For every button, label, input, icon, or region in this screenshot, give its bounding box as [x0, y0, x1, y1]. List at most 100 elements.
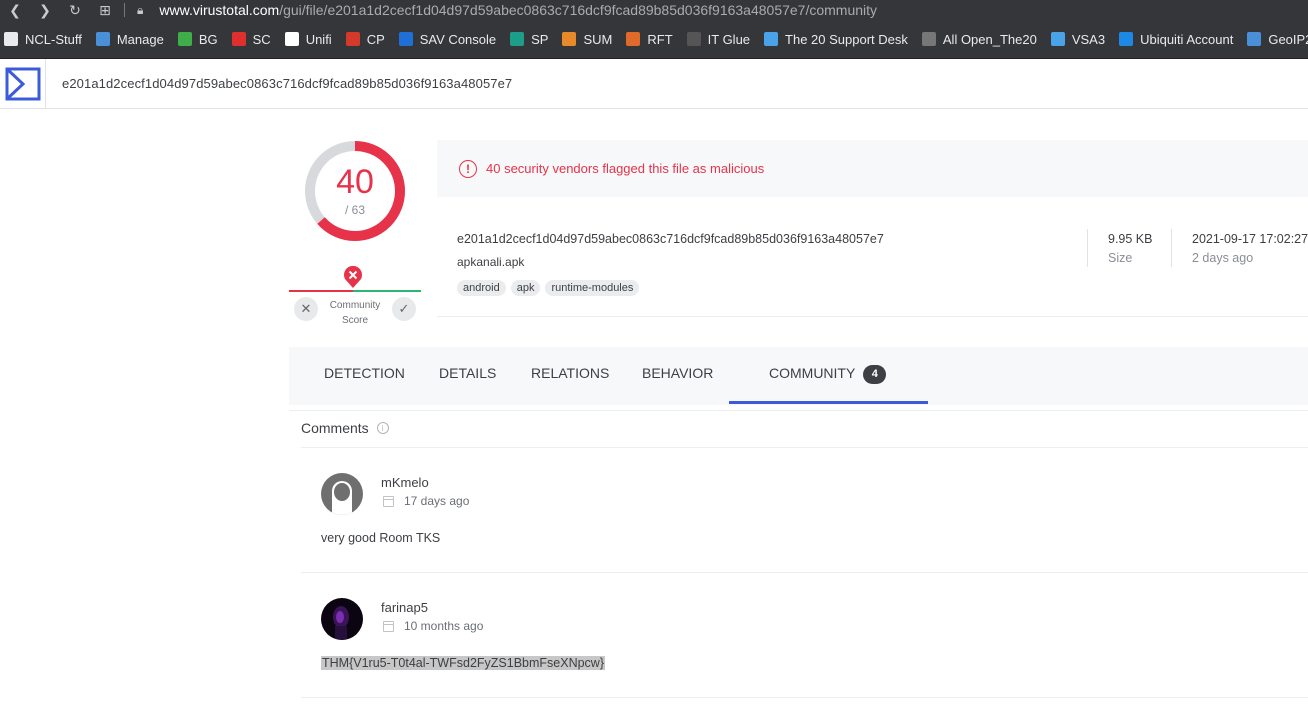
bookmark-item[interactable]: SAV Console: [398, 32, 496, 47]
community-score: ✕ Community Score ✓: [289, 263, 421, 328]
bookmark-label: Manage: [116, 31, 164, 47]
manage-icon: [95, 32, 110, 46]
comment-date: 17 days ago: [383, 494, 469, 508]
cp-icon: [345, 32, 360, 46]
bookmarks-bar: NCL-Stuff Manage BG SC Unifi CP SAV Console SP S…: [0, 20, 1308, 59]
file-tags: android apk runtime-modules: [457, 280, 644, 296]
vote-harmless-button[interactable]: ✓: [392, 297, 416, 321]
active-tab-indicator: [729, 401, 928, 404]
ams-icon: [921, 32, 936, 46]
analysis-date-ago: 2 days ago: [1192, 251, 1254, 265]
tab-details[interactable]: DETAILS: [439, 347, 496, 405]
vt-header: e201a1d2cecf1d04d97d59abec0863c716dcf9fc…: [0, 58, 1308, 109]
comment-item: mKmelo 17 days ago very good Room TKS: [301, 448, 1308, 573]
community-score-marker-icon: [344, 265, 362, 288]
community-score-label: Community Score: [329, 300, 381, 326]
bookmark-item[interactable]: IT Glue: [686, 31, 751, 47]
vote-malicious-button[interactable]: ✕: [294, 297, 318, 321]
comment-date: 10 months ago: [383, 619, 483, 633]
bookmark-item[interactable]: GeoIP2 Database D: [1247, 32, 1308, 47]
file-hash: e201a1d2cecf1d04d97d59abec0863c716dcf9fc…: [457, 232, 884, 246]
avatar: [321, 473, 363, 515]
virustotal-logo-icon[interactable]: [0, 58, 46, 109]
bookmark-label: IT Glue: [707, 31, 751, 47]
bookmark-label: Unifi: [305, 31, 332, 47]
bookmark-label: BG: [198, 31, 218, 47]
bookmark-label: SUM: [583, 31, 613, 47]
total-engines: / 63: [344, 203, 365, 217]
bookmark-item[interactable]: SP: [510, 32, 548, 47]
detection-banner: ! 40 security vendors flagged this file …: [437, 140, 1308, 197]
bookmark-label: The 20 Support Desk: [785, 31, 908, 47]
tab-bar: DETECTION DETAILS RELATIONS BEHAVIOR COM…: [289, 347, 1308, 405]
itglue-icon: [686, 32, 701, 46]
bookmark-label: RFT: [647, 31, 673, 47]
detection-banner-text: 40 security vendors flagged this file as…: [486, 161, 765, 176]
detection-score-gauge: 40 / 63: [303, 139, 407, 243]
tab-detection[interactable]: DETECTION: [324, 347, 405, 405]
folder-icon: [4, 32, 18, 46]
avatar: [321, 598, 363, 640]
file-name: apkanali.apk: [457, 255, 525, 269]
sum-icon: [562, 32, 577, 46]
bookmark-item[interactable]: The 20 Support Desk: [764, 32, 908, 47]
bookmark-item[interactable]: CP: [345, 31, 385, 47]
info-icon[interactable]: i: [376, 422, 389, 434]
calendar-icon: [383, 495, 394, 507]
divider: [289, 410, 1308, 411]
file-size-label: Size: [1108, 251, 1133, 265]
detection-count: 40: [336, 163, 374, 201]
bookmark-item[interactable]: Ubiquiti Account: [1119, 32, 1233, 47]
file-info: e201a1d2cecf1d04d97d59abec0863c716dcf9fc…: [437, 197, 1308, 317]
comment-author[interactable]: mKmelo: [381, 475, 429, 490]
comments-title: Comments: [301, 420, 369, 436]
analysis-date: 2021-09-17 17:02:27: [1192, 232, 1308, 246]
bookmark-label: Ubiquiti Account: [1140, 31, 1234, 47]
address-field[interactable]: www.virustotal.com/gui/file/e201a1d2cecf…: [159, 2, 877, 18]
bookmark-item[interactable]: Manage: [95, 31, 164, 47]
geoip-icon: [1247, 32, 1262, 46]
comment-count-badge: 4: [863, 365, 887, 384]
divider: [1171, 229, 1172, 267]
comment-body: very good Room TKS: [321, 531, 441, 545]
back-icon[interactable]: ❮: [0, 2, 30, 19]
comment-body: THM{V1ru5-T0t4al-TWFsd2FyZS1BbmFseXNpcw}: [321, 656, 606, 670]
bookmark-item[interactable]: Unifi: [284, 31, 332, 47]
divider: [1087, 229, 1088, 267]
tab-community-label: COMMUNITY: [769, 365, 856, 381]
bookmark-item[interactable]: SUM: [562, 32, 612, 47]
bookmark-label: CP: [366, 31, 385, 47]
bookmark-item[interactable]: SC: [231, 31, 271, 47]
bookmark-item[interactable]: All Open_The20: [921, 31, 1037, 47]
bg-icon: [177, 32, 192, 46]
bookmark-label: All Open_The20: [942, 31, 1037, 47]
bookmark-label: SC: [252, 31, 271, 47]
sp-icon: [510, 32, 525, 46]
file-tag[interactable]: runtime-modules: [545, 280, 640, 296]
bookmark-label: GeoIP2 Database D: [1268, 31, 1308, 47]
comments-heading: Comments i: [301, 420, 389, 436]
tab-relations[interactable]: RELATIONS: [531, 347, 609, 405]
file-size: 9.95 KB: [1108, 232, 1153, 246]
file-tag[interactable]: apk: [510, 280, 541, 296]
divider: [124, 3, 125, 17]
lock-icon[interactable]: 🔒︎: [137, 3, 143, 18]
community-score-bar-negative: [289, 290, 353, 292]
bookmark-item[interactable]: VSA3: [1050, 31, 1106, 47]
k-icon: [1050, 32, 1065, 46]
bookmark-label: VSA3: [1071, 31, 1106, 47]
tab-behavior[interactable]: BEHAVIOR: [642, 347, 713, 405]
apps-grid-icon[interactable]: ⊞: [90, 2, 120, 19]
forward-icon[interactable]: ❯: [30, 2, 60, 19]
reload-icon[interactable]: ↻: [60, 2, 90, 19]
sc-icon: [231, 32, 246, 46]
bookmark-item[interactable]: NCL-Stuff: [4, 32, 82, 47]
tab-community[interactable]: COMMUNITY 4: [769, 347, 887, 405]
bookmark-label: SP: [531, 31, 549, 47]
bookmark-item[interactable]: RFT: [626, 31, 673, 47]
rft-icon: [626, 32, 641, 46]
bookmark-item[interactable]: BG: [177, 31, 218, 47]
search-hash-text[interactable]: e201a1d2cecf1d04d97d59abec0863c716dcf9fc…: [62, 76, 512, 91]
file-tag[interactable]: android: [457, 280, 506, 296]
comment-author[interactable]: farinap5: [381, 600, 428, 615]
